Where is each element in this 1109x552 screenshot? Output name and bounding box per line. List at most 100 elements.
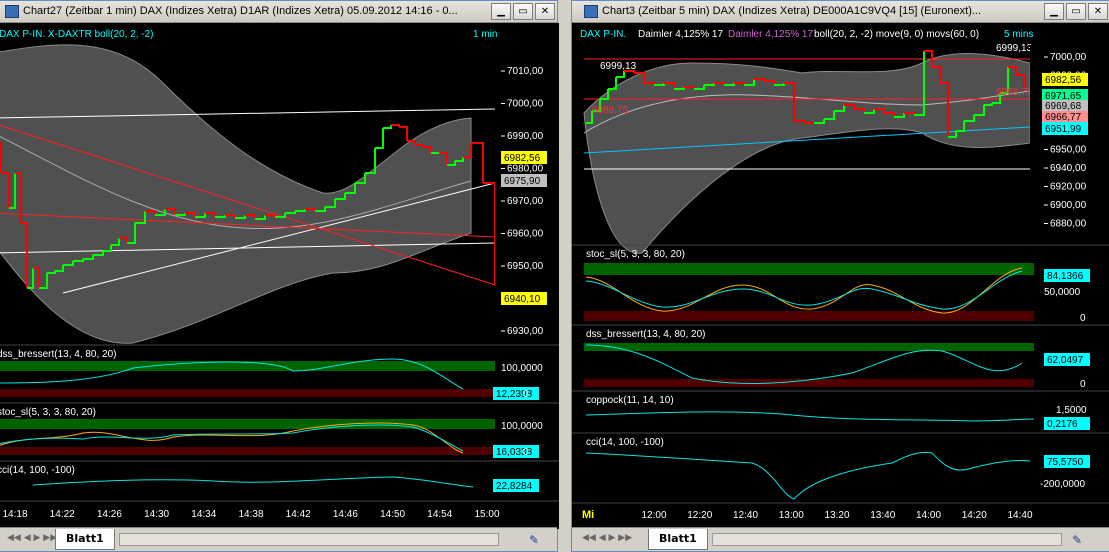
title-bar[interactable]: Chart27 (Zeitbar 1 min) DAX (Indizes Xet… [0, 1, 557, 23]
svg-text:0: 0 [1080, 313, 1086, 324]
price-axis-label: 6880,00 [1050, 219, 1087, 230]
panel-title: cci(14, 100, -100) [586, 437, 664, 448]
panel-title: stoc_sl(5, 3, 3, 80, 20) [0, 407, 96, 418]
time-axis-label: 13:20 [824, 510, 849, 521]
indicator-value: 0,2176 [1047, 419, 1078, 430]
svg-text:-200,0000: -200,0000 [1040, 479, 1085, 490]
close-button[interactable]: ✕ [1088, 3, 1108, 20]
nav-left-icon[interactable]: ◀◀ ◀ ▶ ▶▶ [582, 533, 632, 543]
window-title: Chart27 (Zeitbar 1 min) DAX (Indizes Xet… [23, 5, 458, 17]
sheet-tabbar: ◀◀ ◀ ▶ ▶▶ Blatt1 ✎ [572, 527, 1109, 551]
price-axis-label: 6930,00 [507, 326, 544, 337]
horizontal-scrollbar[interactable] [712, 533, 1062, 546]
svg-text:100,0000: 100,0000 [501, 363, 543, 374]
title-bar[interactable]: Chart3 (Zeitbar 5 min) DAX (Indizes Xetr… [572, 1, 1109, 23]
time-axis-label: 14:54 [427, 509, 452, 520]
time-axis-label: 13:00 [779, 510, 804, 521]
price-axis-label: 6960,00 [507, 229, 544, 240]
chart-label: 6999,13 [996, 43, 1033, 54]
svg-text:50,0000: 50,0000 [1044, 287, 1081, 298]
interval-label: 1 min [473, 29, 497, 40]
horizontal-scrollbar[interactable] [119, 533, 499, 546]
time-axis-label: 14:18 [2, 509, 27, 520]
chart-label: 6999,13 [600, 61, 637, 72]
price-tag: 6969,68 [1045, 101, 1082, 112]
price-tag-last: 6982,56 [1045, 75, 1082, 86]
time-axis-label: 14:20 [962, 510, 987, 521]
panel-title: dss_bressert(13, 4, 80, 20) [586, 329, 706, 340]
pin-icon[interactable]: ✎ [529, 533, 539, 547]
chart-header: DAX P-IN. X-DAXTR boll(20, 2, -2) [0, 29, 153, 40]
time-axis-label: 14:30 [144, 509, 169, 520]
time-axis-label: 14:42 [286, 509, 311, 520]
time-axis-label: 14:50 [380, 509, 405, 520]
time-axis-label: 15:00 [474, 509, 499, 520]
price-tag-mid-text: 6975,90 [504, 176, 541, 187]
price-axis-label: 7000,00 [507, 99, 544, 110]
indicator-value: 62,0497 [1047, 355, 1084, 366]
indicator-value: 75,5750 [1047, 457, 1084, 468]
price-axis-label: 6950,00 [507, 261, 544, 272]
time-axis-label: 12:40 [733, 510, 758, 521]
price-axis-label: 6940,00 [1050, 163, 1087, 174]
price-tag-last-text: 6982,56 [504, 153, 541, 164]
panel-title: coppock(11, 14, 10) [586, 395, 674, 406]
chart-header-daimler: Daimler 4,125% 17 [638, 29, 723, 40]
time-axis: 12:00 12:20 12:40 13:00 13:20 13:40 14:00 14:20… [641, 510, 1032, 521]
chart-label: 6988,75 [592, 105, 629, 116]
close-button[interactable]: ✕ [535, 3, 555, 20]
svg-text:0: 0 [523, 389, 529, 400]
maximize-button[interactable]: ▭ [513, 3, 533, 20]
price-axis-label: 7010,00 [507, 66, 544, 77]
time-axis-label: 14:34 [191, 509, 216, 520]
price-axis-label: 6900,00 [1050, 200, 1087, 211]
chart-area[interactable]: DAX P-IN. X-DAXTR boll(20, 2, -2) 1 min … [0, 23, 559, 529]
time-axis-label: 14:38 [238, 509, 263, 520]
chart-label: 6968,75 [996, 87, 1033, 98]
price-tag: 6951,99 [1045, 124, 1082, 135]
time-axis-label: 14:40 [1007, 510, 1032, 521]
svg-text:100,0000: 100,0000 [501, 421, 543, 432]
chart-window-left[interactable]: Chart27 (Zeitbar 1 min) DAX (Indizes Xet… [0, 0, 559, 552]
minimize-button[interactable]: ▁ [1044, 3, 1064, 20]
time-axis-label: 14:26 [97, 509, 122, 520]
chart-header: DAX P-IN. [580, 29, 626, 40]
price-axis-label: 6970,00 [507, 196, 544, 207]
chart-area[interactable]: DAX P-IN. Daimler 4,125% 17 Daimler 4,12… [572, 23, 1109, 529]
svg-text:0: 0 [523, 447, 529, 458]
chart-header-rest: boll(20, 2, -2) move(9, 0) movs(60, 0) [814, 29, 979, 40]
chart-icon [5, 5, 19, 18]
price-axis-label: 7000,00 [1050, 52, 1087, 63]
price-tag: 6966,77 [1045, 112, 1082, 123]
tab-blatt1[interactable]: Blatt1 [55, 529, 115, 550]
price-axis-label: 6990,00 [507, 131, 544, 142]
window-title: Chart3 (Zeitbar 5 min) DAX (Indizes Xetr… [602, 5, 982, 17]
panel-title: stoc_sl(5, 3, 3, 80, 20) [586, 249, 685, 260]
chart-header-daimler-2: Daimler 4,125% 17 [728, 29, 813, 40]
indicator-value: 22,8284 [496, 481, 533, 492]
maximize-button[interactable]: ▭ [1066, 3, 1086, 20]
price-tag-low-text: 6940,10 [504, 294, 541, 305]
chart-icon [584, 5, 598, 18]
svg-text:1,5000: 1,5000 [1056, 405, 1087, 416]
chart-window-right[interactable]: Chart3 (Zeitbar 5 min) DAX (Indizes Xetr… [571, 0, 1109, 552]
panel-title: dss_bressert(13, 4, 80, 20) [0, 349, 117, 360]
panel-title: cci(14, 100, -100) [0, 465, 75, 476]
time-axis-label: 13:40 [870, 510, 895, 521]
sheet-tabbar: ◀◀ ◀ ▶ ▶▶ Blatt1 ✎ [0, 527, 557, 551]
nav-left-icon[interactable]: ◀◀ ◀ ▶ ▶▶ [7, 533, 57, 543]
price-axis-label: 6980,00 [507, 164, 544, 175]
price-axis-label: 6950,00 [1050, 145, 1087, 156]
pin-icon[interactable]: ✎ [1072, 533, 1082, 547]
time-axis-label: 12:00 [641, 510, 666, 521]
time-axis-label: 12:20 [687, 510, 712, 521]
svg-text:0: 0 [1080, 379, 1086, 390]
interval-label: 5 mins [1004, 29, 1033, 40]
indicator-value: 84,1366 [1047, 271, 1084, 282]
tab-blatt1[interactable]: Blatt1 [648, 529, 708, 550]
time-axis-label: 14:00 [916, 510, 941, 521]
time-axis-label: 14:22 [50, 509, 75, 520]
time-axis-label: 14:46 [333, 509, 358, 520]
minimize-button[interactable]: ▁ [491, 3, 511, 20]
price-axis-label: 6920,00 [1050, 182, 1087, 193]
